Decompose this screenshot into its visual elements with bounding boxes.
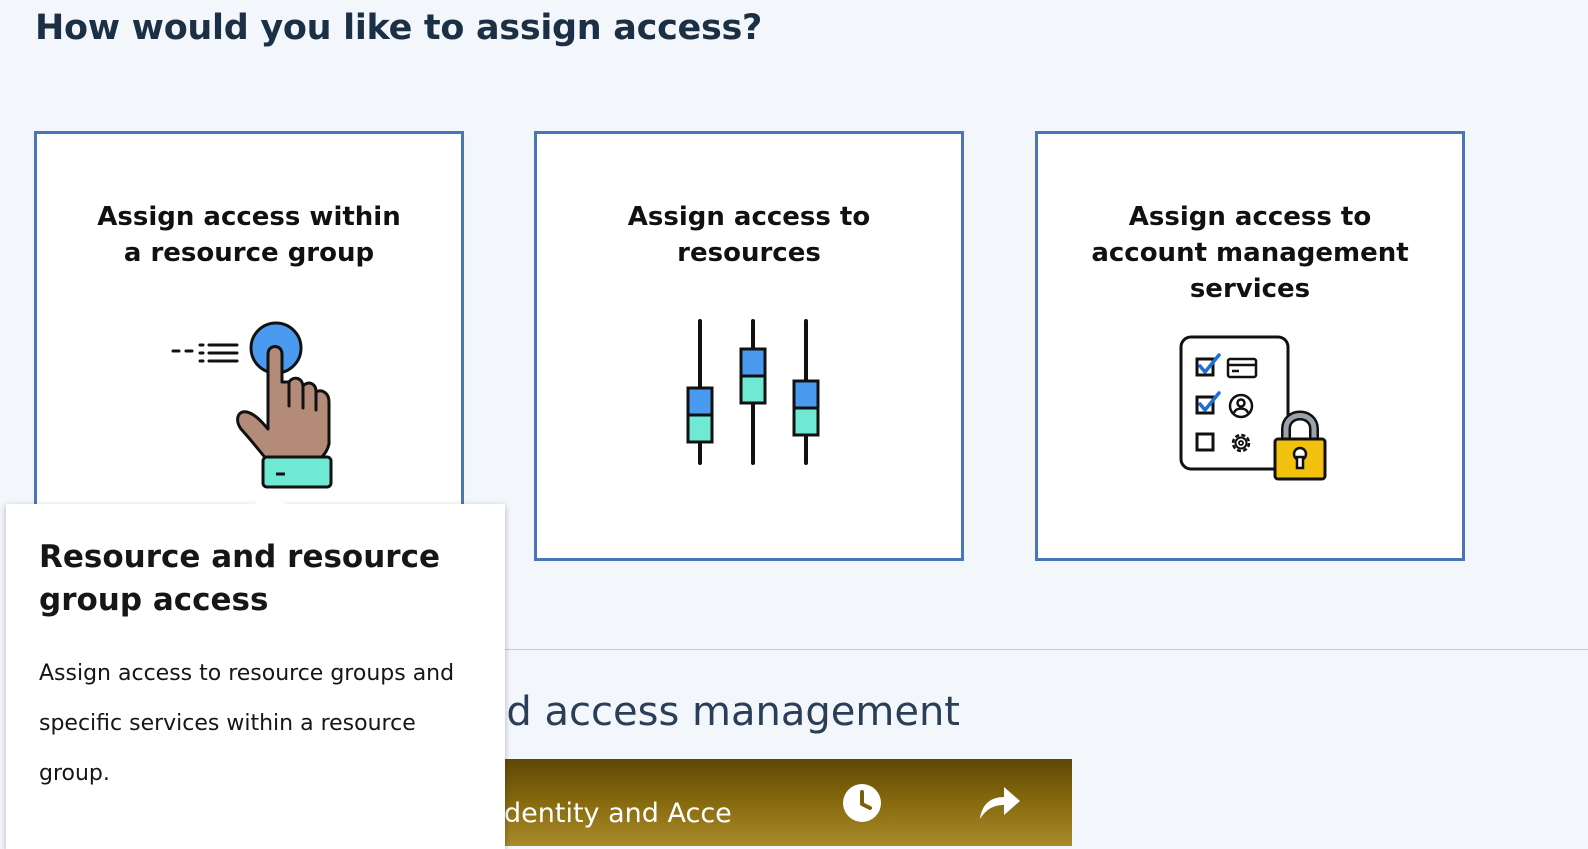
popover-body: Assign access to resource groups and spe… xyxy=(39,661,455,786)
card-title-line: Assign access within xyxy=(97,202,401,232)
hand-click-icon xyxy=(171,321,333,489)
sliders-icon xyxy=(686,319,820,465)
card-title-line: services xyxy=(1189,274,1311,304)
clock-icon[interactable] xyxy=(842,783,882,823)
card-title-line: Assign access to xyxy=(1128,202,1372,232)
card-resource-group[interactable]: Assign access within a resource group xyxy=(34,131,464,561)
card-title: Assign access to resources xyxy=(557,199,941,271)
page-title: How would you like to assign access? xyxy=(35,8,763,48)
section-divider xyxy=(470,649,1588,650)
card-title: Assign access to account management serv… xyxy=(1058,199,1442,307)
card-title-line: a resource group xyxy=(123,238,375,268)
checklist-lock-icon xyxy=(1179,335,1327,481)
share-icon[interactable] xyxy=(978,785,1022,821)
card-title-line: resources xyxy=(677,238,821,268)
video-title: dentity and Acce xyxy=(504,798,732,829)
video-player[interactable]: dentity and Acce xyxy=(504,759,1072,846)
card-title-line: Assign access to xyxy=(627,202,871,232)
card-title-line: account management xyxy=(1091,238,1409,268)
popover-title: Resource and resource group access xyxy=(39,539,440,618)
info-popover: Resource and resource group access Assig… xyxy=(6,488,505,849)
card-title: Assign access within a resource group xyxy=(57,199,441,271)
card-resources[interactable]: Assign access to resources xyxy=(534,131,964,561)
card-account-management[interactable]: Assign access to account management serv… xyxy=(1035,131,1465,561)
